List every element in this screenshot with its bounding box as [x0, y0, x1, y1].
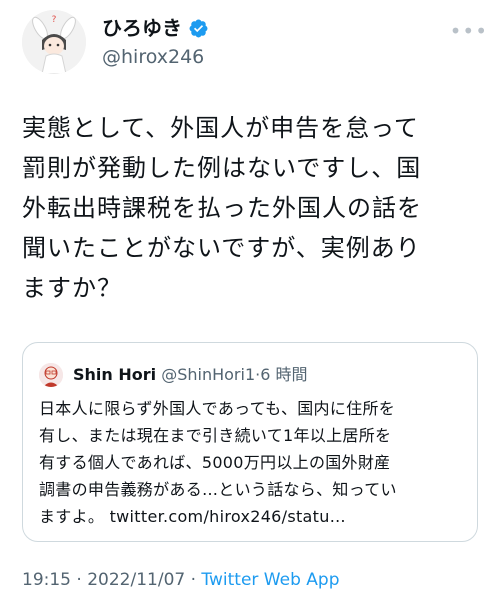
tweet-text: 実態として、外国人が申告を怠って 罰則が発動した例はないですし、国 外転出時課税…	[22, 108, 482, 308]
more-icon[interactable]: •••	[450, 21, 488, 41]
quoted-tweet-text: 日本人に限らず外国人であっても、国内に住所を 有し、または現在まで引き続いて1年…	[39, 395, 469, 530]
separator-dot: ·	[185, 570, 202, 590]
quoted-line: 日本人に限らず外国人であっても、国内に住所を	[39, 399, 396, 418]
quoted-line: 有し、または現在まで引き続いて1年以上居所を	[39, 426, 392, 445]
tweet-source[interactable]: Twitter Web App	[201, 570, 339, 590]
tweet-line: 罰則が発動した例はないですし、国	[22, 154, 422, 182]
quoted-line: 有する個人であれば、5000万円以上の国外財産	[39, 453, 391, 472]
quoted-author-name[interactable]: Shin Hori	[73, 365, 156, 384]
author-name[interactable]: ひろゆき	[102, 16, 209, 40]
quoted-timestamp[interactable]: 6 時間	[260, 365, 307, 384]
tweet-line: 実態として、外国人が申告を怠って	[22, 114, 419, 142]
tweet-time[interactable]: 19:15	[22, 570, 71, 590]
tweet-line: 聞いたことがないですが、実例あり	[22, 234, 421, 262]
tweet-date[interactable]: 2022/11/07	[87, 570, 185, 590]
author-avatar[interactable]: ?	[22, 10, 86, 74]
quoted-line: ますよ。 twitter.com/hirox246/statu…	[39, 507, 346, 526]
verified-badge-icon	[189, 19, 208, 37]
author-handle[interactable]: @hirox246	[102, 45, 204, 69]
tweet-line: ますか？	[22, 274, 122, 302]
quoted-header: Shin Hori @ShinHori1·6 時間	[73, 363, 308, 387]
tweet-line: 外転出時課税を払った外国人の話を	[22, 194, 422, 222]
tweet-metadata: 19:15 · 2022/11/07 · Twitter Web App	[22, 568, 339, 592]
quoted-line: 調書の申告義務がある…という話なら、知ってい	[39, 480, 397, 499]
separator-dot: ·	[71, 570, 88, 590]
quoted-tweet-card[interactable]: Shin Hori @ShinHori1·6 時間 日本人に限らず外国人であって…	[22, 342, 478, 542]
author-name-text: ひろゆき	[102, 16, 182, 40]
quoted-author-handle[interactable]: @ShinHori1	[161, 365, 255, 384]
svg-text:?: ?	[52, 15, 57, 25]
quoted-author-avatar[interactable]	[39, 363, 63, 387]
